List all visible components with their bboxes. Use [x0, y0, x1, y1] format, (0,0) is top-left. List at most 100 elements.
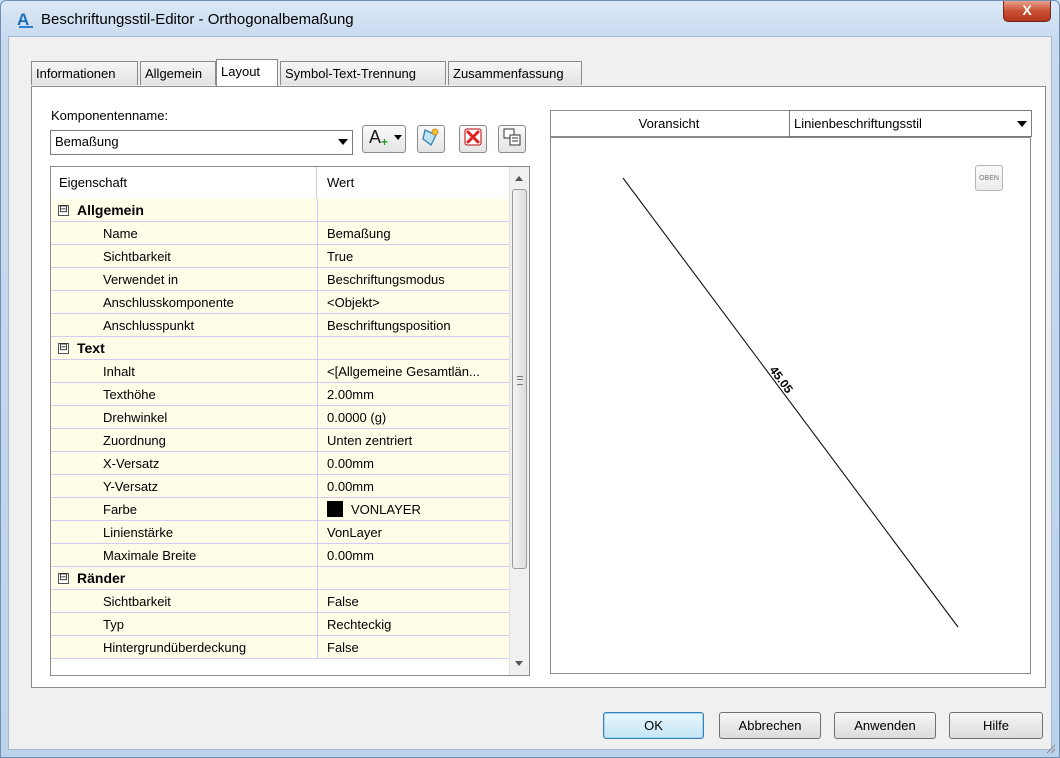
help-button[interactable]: Hilfe	[949, 712, 1043, 739]
row-key-text: Sichtbarkeit	[103, 249, 171, 264]
property-value[interactable]: VonLayer	[327, 521, 507, 544]
tab-zusammenfassung[interactable]: Zusammenfassung	[448, 61, 582, 85]
apply-button[interactable]: Anwenden	[834, 712, 936, 739]
row-value-text: VONLAYER	[351, 502, 421, 517]
close-button[interactable]: X	[1003, 1, 1051, 22]
property-name: Anschlusskomponente	[103, 291, 317, 314]
property-name: Drehwinkel	[103, 406, 317, 429]
grid-property-row[interactable]: Hintergrundüberdeckung False	[51, 636, 509, 659]
property-value[interactable]: 2.00mm	[327, 383, 507, 406]
scroll-down-icon[interactable]	[515, 661, 523, 666]
label-style-select[interactable]: Linienbeschriftungsstil	[789, 110, 1032, 137]
property-value[interactable]: False	[327, 590, 507, 613]
property-value[interactable]: <Objekt>	[327, 291, 507, 314]
property-value[interactable]: Bemaßung	[327, 222, 507, 245]
view-cube-icon[interactable]: OBEN	[975, 165, 1003, 191]
grid-property-row[interactable]: Zuordnung Unten zentriert	[51, 429, 509, 452]
grid-property-row[interactable]: Farbe VONLAYER	[51, 498, 509, 521]
column-separator	[317, 429, 318, 452]
scroll-thumb[interactable]	[512, 189, 527, 569]
component-name-select[interactable]: Bemaßung	[50, 130, 353, 155]
property-value	[327, 199, 507, 222]
property-value[interactable]: 0.00mm	[327, 452, 507, 475]
property-value[interactable]: Beschriftungsmodus	[327, 268, 507, 291]
add-component-button[interactable]: A +	[362, 125, 406, 153]
column-separator	[317, 567, 318, 590]
grid-category-row[interactable]: ⊟ Allgemein	[51, 199, 509, 222]
grid-property-row[interactable]: Sichtbarkeit True	[51, 245, 509, 268]
tab-layout[interactable]: Layout	[216, 59, 278, 86]
row-key-text: X-Versatz	[103, 456, 160, 471]
row-value-text: Beschriftungsposition	[327, 318, 451, 333]
delete-icon	[464, 128, 482, 146]
grid-property-row[interactable]: Typ Rechteckig	[51, 613, 509, 636]
chevron-down-icon	[1017, 121, 1027, 127]
grid-vertical-scrollbar[interactable]	[509, 167, 529, 675]
property-value[interactable]: Unten zentriert	[327, 429, 507, 452]
property-value[interactable]: 0.00mm	[327, 544, 507, 567]
column-separator	[317, 291, 318, 314]
column-separator	[317, 498, 318, 521]
property-value[interactable]: VONLAYER	[327, 498, 507, 521]
dimension-line	[622, 177, 959, 628]
resize-grip-icon[interactable]	[1044, 742, 1056, 754]
grid-property-row[interactable]: Drehwinkel 0.0000 (g)	[51, 406, 509, 429]
grid-property-row[interactable]: Inhalt <[Allgemeine Gesamtlän...	[51, 360, 509, 383]
grid-property-row[interactable]: Sichtbarkeit False	[51, 590, 509, 613]
add-text-icon: A +	[369, 127, 402, 149]
property-value[interactable]: Beschriftungsposition	[327, 314, 507, 337]
property-name: Y-Versatz	[103, 475, 317, 498]
window-title: Beschriftungsstil-Editor - Orthogonalbem…	[41, 11, 354, 28]
collapse-toggle-icon[interactable]: ⊟	[58, 205, 69, 216]
column-separator	[317, 521, 318, 544]
column-separator	[317, 636, 318, 659]
column-header-value[interactable]: Wert	[317, 167, 509, 199]
row-value-text: 0.00mm	[327, 548, 374, 563]
component-draw-order-button[interactable]	[417, 125, 445, 153]
property-value[interactable]: True	[327, 245, 507, 268]
property-value[interactable]: <[Allgemeine Gesamtlän...	[327, 360, 507, 383]
ok-button[interactable]: OK	[603, 712, 704, 739]
grid-property-row[interactable]: Anschlusskomponente <Objekt>	[51, 291, 509, 314]
grid-property-row[interactable]: Y-Versatz 0.00mm	[51, 475, 509, 498]
property-name: Linienstärke	[103, 521, 317, 544]
title-bar[interactable]: A Beschriftungsstil-Editor - Orthogonalb…	[1, 1, 1059, 37]
scroll-up-icon[interactable]	[515, 176, 523, 181]
grid-category-row[interactable]: ⊟ Text	[51, 337, 509, 360]
property-value[interactable]: 0.0000 (g)	[327, 406, 507, 429]
preview-canvas[interactable]: 45.05	[550, 137, 1031, 674]
row-value-text: False	[327, 640, 359, 655]
grid-property-row[interactable]: Name Bemaßung	[51, 222, 509, 245]
row-key-text: Hintergrundüberdeckung	[103, 640, 247, 655]
grid-category-row[interactable]: ⊟ Ränder	[51, 567, 509, 590]
row-key-text: Anschlusspunkt	[103, 318, 195, 333]
dimension-text: 45.05	[767, 363, 796, 396]
property-value[interactable]: 0.00mm	[327, 475, 507, 498]
row-value-text: <Objekt>	[327, 295, 380, 310]
row-key-text: Verwendet in	[103, 272, 179, 287]
property-value[interactable]: Rechteckig	[327, 613, 507, 636]
cancel-button[interactable]: Abbrechen	[719, 712, 821, 739]
grid-property-row[interactable]: X-Versatz 0.00mm	[51, 452, 509, 475]
grid-property-row[interactable]: Linienstärke VonLayer	[51, 521, 509, 544]
row-value-text: Rechteckig	[327, 617, 392, 632]
row-key-text: Text	[77, 340, 105, 356]
column-header-property[interactable]: Eigenschaft	[51, 167, 317, 199]
tab-informationen[interactable]: Informationen	[31, 61, 138, 85]
grid-property-row[interactable]: Texthöhe 2.00mm	[51, 383, 509, 406]
tab-allgemein[interactable]: Allgemein	[140, 61, 216, 85]
property-value[interactable]: False	[327, 636, 507, 659]
tab-symbol-text-trennung[interactable]: Symbol-Text-Trennung	[280, 61, 446, 85]
collapse-toggle-icon[interactable]: ⊟	[58, 343, 69, 354]
autocad-app-icon: A	[17, 10, 35, 30]
label-style-value: Linienbeschriftungsstil	[794, 116, 922, 131]
copy-to-clipboard-button[interactable]	[498, 125, 526, 153]
grid-property-row[interactable]: Maximale Breite 0.00mm	[51, 544, 509, 567]
grid-property-row[interactable]: Anschlusspunkt Beschriftungsposition	[51, 314, 509, 337]
delete-component-button[interactable]	[459, 125, 487, 153]
property-name: Typ	[103, 613, 317, 636]
property-name: Hintergrundüberdeckung	[103, 636, 317, 659]
property-value	[327, 567, 507, 590]
grid-property-row[interactable]: Verwendet in Beschriftungsmodus	[51, 268, 509, 291]
collapse-toggle-icon[interactable]: ⊟	[58, 573, 69, 584]
